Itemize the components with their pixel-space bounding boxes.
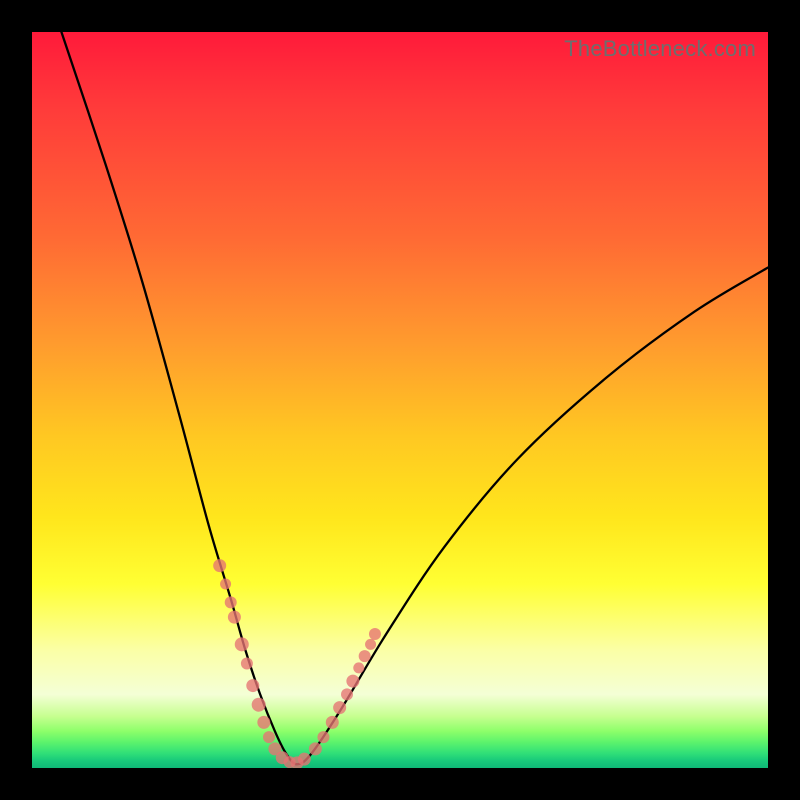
- marker-point: [365, 639, 376, 650]
- marker-point: [235, 637, 249, 651]
- marker-point: [268, 742, 281, 755]
- marker-point: [263, 731, 275, 743]
- marker-point: [298, 753, 311, 766]
- marker-group: [213, 559, 381, 768]
- marker-point: [241, 657, 253, 669]
- marker-point: [213, 559, 226, 572]
- marker-point: [225, 596, 237, 608]
- marker-point: [317, 731, 329, 743]
- marker-point: [284, 756, 296, 768]
- marker-point: [346, 675, 359, 688]
- marker-point: [309, 742, 322, 755]
- marker-point: [326, 716, 339, 729]
- chart-svg: [32, 32, 768, 768]
- marker-point: [252, 698, 266, 712]
- marker-point: [220, 579, 231, 590]
- marker-point: [333, 701, 346, 714]
- marker-point: [246, 679, 259, 692]
- plot-area: TheBottleneck.com: [32, 32, 768, 768]
- marker-point: [341, 688, 353, 700]
- chart-frame: TheBottleneck.com: [0, 0, 800, 800]
- marker-point: [228, 611, 241, 624]
- curve-line: [61, 32, 768, 764]
- marker-point: [369, 628, 381, 640]
- marker-point: [353, 662, 364, 673]
- watermark-text: TheBottleneck.com: [564, 36, 756, 62]
- marker-point: [257, 716, 270, 729]
- marker-point: [290, 756, 303, 768]
- marker-point: [276, 751, 289, 764]
- marker-point: [359, 650, 371, 662]
